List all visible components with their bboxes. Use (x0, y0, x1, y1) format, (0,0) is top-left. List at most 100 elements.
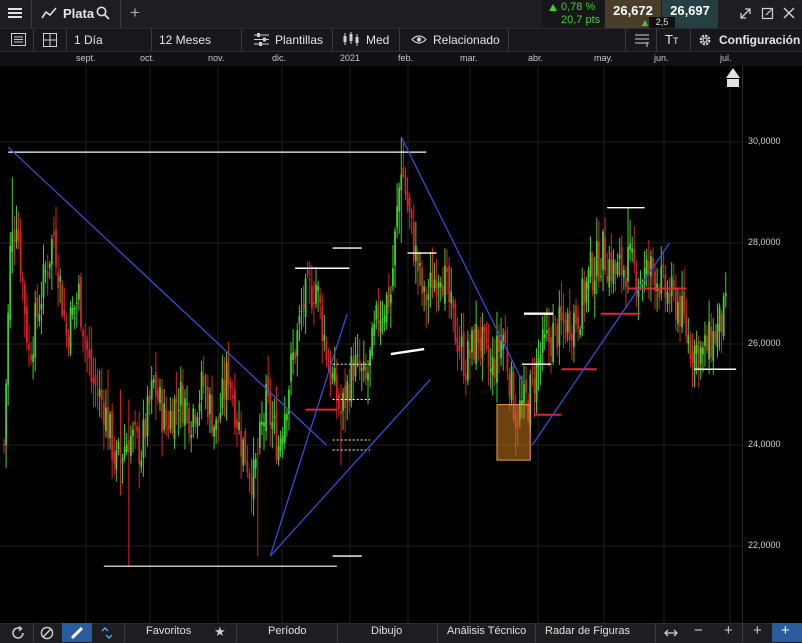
candle-body (679, 295, 681, 327)
candle-body (323, 334, 326, 341)
candle-body (398, 187, 401, 212)
candle-body (645, 259, 648, 275)
candle-body (464, 374, 467, 381)
expand-icon[interactable] (739, 7, 752, 20)
candle-body (658, 289, 661, 298)
candle-body (53, 232, 55, 235)
indicator-list-icon[interactable] (635, 33, 649, 47)
favorites-button[interactable]: Favoritos (146, 625, 191, 637)
candle-body (452, 299, 455, 308)
arrows-sort-icon[interactable] (100, 626, 114, 640)
candle-body (279, 438, 282, 451)
candle-body (109, 414, 111, 439)
candle-body (140, 460, 143, 467)
candle-body (67, 336, 70, 347)
candle-body (620, 246, 623, 275)
x-tick-label: may. (594, 53, 613, 63)
candle-body (373, 324, 376, 336)
candle-body (566, 313, 569, 333)
candle-body (362, 361, 365, 371)
candle-body (157, 390, 159, 401)
candle-body (175, 396, 178, 403)
technical-analysis-button[interactable]: Análisis Técnico (447, 625, 526, 637)
change-percent: 0,78 % (561, 1, 596, 13)
candle-body (406, 191, 409, 206)
candle-body (38, 314, 41, 322)
candle-body (198, 403, 201, 412)
candle-body (256, 453, 259, 455)
candle-body (450, 291, 453, 304)
candle-body (252, 459, 255, 499)
popout-icon[interactable] (761, 7, 774, 20)
candle-body (63, 309, 66, 316)
candle-body (367, 373, 369, 381)
instrument-name[interactable]: Plata (63, 4, 94, 24)
drawing-button[interactable]: Dibujo (371, 625, 402, 637)
candle-body (333, 367, 336, 382)
period-button[interactable]: Período (268, 625, 307, 637)
candle-body (710, 326, 713, 357)
candle-body (144, 418, 147, 439)
candle-body (82, 330, 84, 337)
prohibited-icon[interactable] (40, 626, 54, 640)
candle-body (697, 341, 700, 371)
candle-body (660, 266, 663, 294)
candle-body (275, 411, 278, 460)
candle-body (236, 419, 238, 429)
price-chart[interactable] (0, 66, 742, 623)
candle-body (167, 426, 170, 432)
candle-body (354, 355, 357, 377)
y-tick-label: 28,0000 (748, 237, 781, 247)
pattern-radar-button[interactable]: Radar de Figuras (545, 625, 630, 637)
zoom-out-icon[interactable]: − (694, 622, 703, 639)
candle-body (302, 304, 305, 309)
candle-body (400, 174, 403, 191)
templates-button[interactable]: Plantillas (275, 30, 323, 50)
y-tick-label: 24,0000 (748, 439, 781, 449)
candle-body (360, 368, 363, 371)
candle-body (98, 389, 101, 397)
candle-body (483, 327, 486, 333)
crosshair-icon[interactable]: + (753, 622, 762, 639)
grid-layout-icon[interactable] (43, 33, 57, 47)
candle-body (429, 272, 432, 288)
candle-body (541, 329, 544, 353)
star-icon[interactable]: ★ (214, 624, 226, 640)
candle-body (458, 345, 461, 351)
related-button[interactable]: Relacionado (433, 30, 500, 50)
candle-body (537, 358, 540, 368)
candle-body (423, 286, 426, 292)
candle-body (597, 241, 600, 282)
candle-body (564, 320, 567, 338)
candle-body (460, 336, 463, 347)
add-indicator-icon: + (781, 622, 790, 639)
scroll-thumb[interactable] (727, 79, 739, 87)
candle-body (410, 210, 413, 218)
zoom-in-icon[interactable]: + (724, 622, 733, 639)
text-size-icon[interactable]: TT (665, 30, 678, 50)
candle-body (419, 263, 421, 266)
add-tab-icon[interactable]: + (130, 3, 140, 23)
menu-icon[interactable] (8, 6, 22, 20)
candle-body (724, 292, 727, 297)
list-icon[interactable] (11, 33, 26, 46)
move-icon[interactable] (664, 626, 678, 640)
scroll-up-icon[interactable] (726, 68, 740, 78)
close-icon[interactable] (783, 7, 795, 19)
candle-body (591, 257, 594, 291)
candle-body (102, 402, 105, 425)
candle-body (579, 329, 582, 335)
settings-button[interactable]: Configuración (719, 30, 800, 50)
candle-body (604, 237, 607, 271)
interval-selector[interactable]: 1 Día (74, 30, 103, 50)
search-icon[interactable] (96, 6, 110, 20)
y-tick-label: 30,0000 (748, 136, 781, 146)
candle-body (433, 280, 436, 289)
candle-body (294, 352, 297, 359)
refresh-icon[interactable] (11, 626, 25, 640)
candle-body (533, 377, 536, 394)
price-type-selector[interactable]: Med (366, 30, 389, 50)
candle-body (134, 421, 136, 425)
candle-body (57, 272, 59, 289)
range-selector[interactable]: 12 Meses (159, 30, 211, 50)
